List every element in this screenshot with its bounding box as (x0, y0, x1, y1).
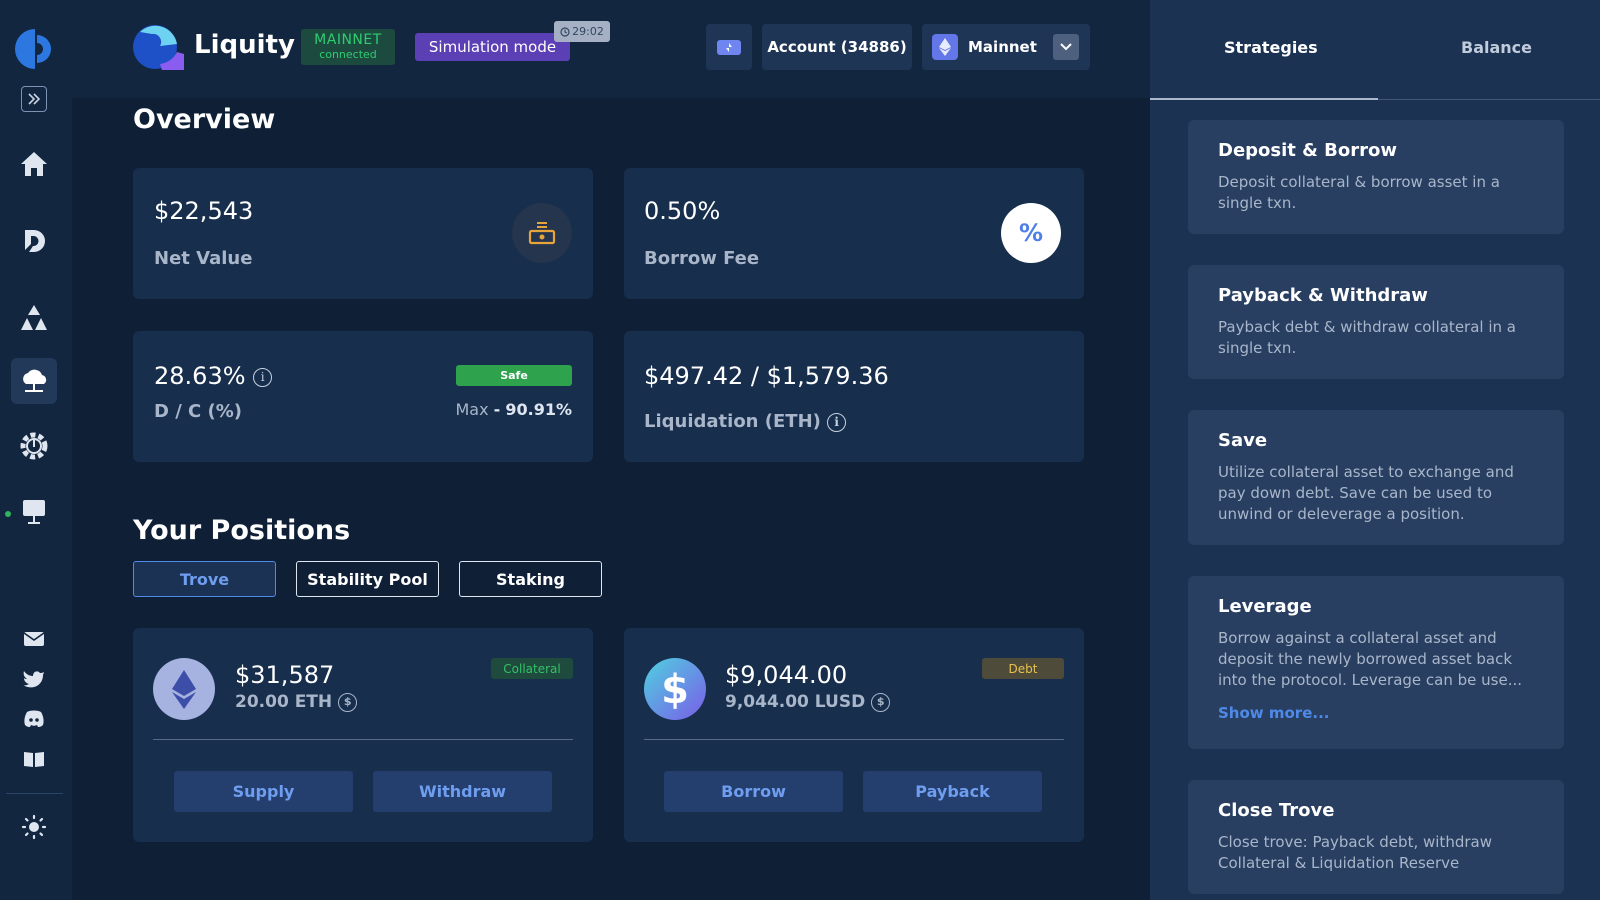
defisaver-icon[interactable] (11, 218, 57, 264)
book-icon[interactable] (20, 745, 48, 773)
strategies-panel: Strategies Balance Deposit & Borrow Depo… (1150, 0, 1600, 900)
tab-strategies[interactable]: Strategies (1224, 38, 1318, 57)
account-button[interactable]: Account (34886) (762, 24, 912, 70)
dc-ratio-value: 28.63% (154, 362, 246, 390)
strategy-close-trove[interactable]: Close Trove Close trove: Payback debt, w… (1188, 780, 1564, 894)
strategy-title: Payback & Withdraw (1218, 285, 1428, 306)
dc-ratio-row: 28.63% i (154, 362, 273, 390)
triangles-icon[interactable] (11, 295, 57, 341)
liquidation-label: Liquidation (ETH) (644, 411, 821, 432)
cash-icon (512, 203, 572, 263)
debt-amount: $9,044.00 (725, 661, 848, 689)
left-rail (0, 0, 72, 900)
network-status-name: MAINNET (314, 32, 382, 48)
network-status-state: connected (319, 48, 377, 61)
network-status-badge: MAINNET connected (301, 29, 395, 65)
strategy-save[interactable]: Save Utilize collateral asset to exchang… (1188, 410, 1564, 545)
app-name: Liquity (194, 30, 295, 60)
borrow-button[interactable]: Borrow (664, 771, 843, 812)
info-icon[interactable]: i (827, 412, 847, 432)
borrow-fee-label: Borrow Fee (644, 248, 760, 269)
strategy-description: Close trove: Payback debt, withdraw Coll… (1218, 833, 1492, 872)
divider (644, 739, 1064, 740)
max-ratio-separator: - (493, 400, 501, 419)
withdraw-button[interactable]: Withdraw (373, 771, 552, 812)
home-icon[interactable] (11, 141, 57, 187)
max-ratio-value: 90.91% (505, 400, 572, 419)
sun-icon[interactable] (20, 813, 48, 841)
strategy-title: Deposit & Borrow (1218, 140, 1397, 161)
collateral-sub: 20.00 ETH $ (235, 692, 358, 712)
strategy-payback-withdraw[interactable]: Payback & Withdraw Payback debt & withdr… (1188, 265, 1564, 379)
overview-title: Overview (133, 104, 276, 135)
max-ratio: Max - 90.91% (455, 400, 572, 419)
strategy-description: Utilize collateral asset to exchange and… (1218, 463, 1514, 523)
tab-stability-pool[interactable]: Stability Pool (296, 561, 439, 597)
net-value: $22,543 (154, 197, 254, 225)
debt-tag: Debt (982, 658, 1064, 679)
divider (153, 739, 573, 740)
borrow-fee-value: 0.50% (644, 197, 721, 225)
net-value-label: Net Value (154, 248, 253, 269)
lusd-asset-icon: $ (644, 658, 706, 720)
mail-icon[interactable] (20, 625, 48, 653)
expand-icon[interactable] (21, 86, 47, 112)
tab-active-indicator (1150, 98, 1378, 100)
clock-icon (560, 26, 570, 37)
gear-icon[interactable] (11, 423, 57, 469)
strategy-title: Close Trove (1218, 800, 1335, 821)
network-select[interactable]: Mainnet (922, 24, 1090, 70)
liquidation-label-row: Liquidation (ETH) i (644, 411, 847, 432)
dollar-icon[interactable]: $ (871, 692, 891, 712)
discord-icon[interactable] (20, 705, 48, 733)
switch-chain-button[interactable] (706, 24, 752, 70)
liquity-logo-icon (132, 24, 184, 70)
strategy-leverage[interactable]: Leverage Borrow against a collateral ass… (1188, 576, 1564, 749)
debt-sub: 9,044.00 LUSD $ (725, 692, 891, 712)
ethereum-icon (932, 34, 958, 60)
chevron-down-icon[interactable] (1052, 34, 1079, 60)
timer-text: 29:02 (572, 25, 604, 38)
max-ratio-label: Max (455, 400, 489, 419)
strategy-description: Payback debt & withdraw collateral in a … (1218, 318, 1516, 357)
tab-balance[interactable]: Balance (1461, 38, 1532, 57)
show-more-link[interactable]: Show more... (1218, 704, 1329, 722)
eth-asset-icon (153, 658, 215, 720)
dc-ratio-label: D / C (%) (154, 401, 243, 422)
app-logo-icon[interactable] (12, 26, 58, 72)
collateral-tag: Collateral (491, 658, 573, 679)
debt-collateral-card (133, 331, 593, 462)
wallet-swap-icon (717, 40, 741, 55)
safety-status-badge: Safe (456, 365, 572, 386)
simulation-timer: 29:02 (554, 21, 610, 42)
rail-divider (6, 793, 63, 794)
supply-button[interactable]: Supply (174, 771, 353, 812)
dollar-icon[interactable]: $ (338, 692, 358, 712)
positions-title: Your Positions (133, 515, 351, 546)
twitter-icon[interactable] (20, 665, 48, 693)
strategy-deposit-borrow[interactable]: Deposit & Borrow Deposit collateral & bo… (1188, 120, 1564, 234)
collateral-eth: 20.00 ETH (235, 692, 333, 712)
liquidation-card: $497.42 / $1,579.36 Liquidation (ETH) i (624, 331, 1084, 462)
percent-icon: % (1001, 203, 1061, 263)
payback-button[interactable]: Payback (863, 771, 1042, 812)
network-select-label: Mainnet (968, 38, 1037, 56)
terminal-icon[interactable] (11, 490, 57, 536)
borrow-fee-card: 0.50% Borrow Fee % (624, 168, 1084, 299)
net-value-card: $22,543 Net Value (133, 168, 593, 299)
tab-trove[interactable]: Trove (133, 561, 276, 597)
debt-lusd: 9,044.00 LUSD (725, 692, 866, 712)
collateral-amount: $31,587 (235, 661, 335, 689)
liquidation-value: $497.42 / $1,579.36 (644, 362, 889, 390)
svg-text:$: $ (661, 667, 689, 713)
strategy-title: Save (1218, 430, 1268, 451)
strategy-description: Borrow against a collateral asset and de… (1218, 629, 1522, 689)
strategy-description: Deposit collateral & borrow asset in a s… (1218, 173, 1500, 212)
cloud-icon[interactable] (11, 358, 57, 404)
info-icon[interactable]: i (253, 367, 273, 387)
strategy-title: Leverage (1218, 596, 1312, 617)
tab-staking[interactable]: Staking (459, 561, 602, 597)
simulation-mode-button[interactable]: Simulation mode (415, 33, 570, 61)
